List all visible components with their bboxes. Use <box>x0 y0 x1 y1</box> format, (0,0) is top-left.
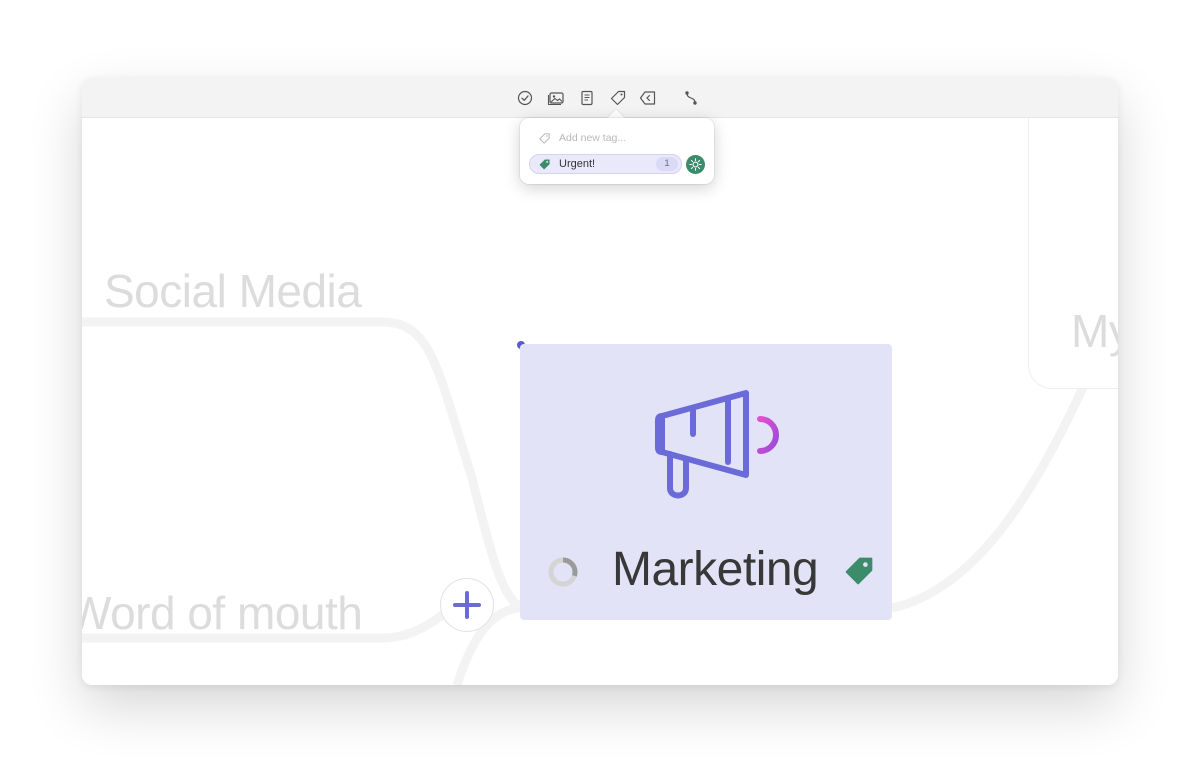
megaphone-icon <box>654 390 779 499</box>
plus-icon <box>453 591 481 619</box>
node-tag-icon[interactable] <box>843 555 875 587</box>
node-label-social-media[interactable]: Social Media <box>104 264 362 318</box>
tag-chip-urgent[interactable]: Urgent! 1 <box>529 154 682 174</box>
side-node-card[interactable]: My <box>1028 118 1118 389</box>
connection-icon[interactable] <box>680 87 702 109</box>
note-icon[interactable] <box>576 87 598 109</box>
toolbar <box>82 78 1118 118</box>
back-arrow-icon[interactable] <box>637 87 659 109</box>
progress-ring-icon <box>548 557 578 587</box>
tag-filled-icon <box>539 158 550 170</box>
add-tag-row[interactable]: Add new tag... <box>538 130 626 146</box>
tag-color-button[interactable] <box>686 155 705 174</box>
image-icon[interactable] <box>545 87 567 109</box>
node-label-word-of-mouth[interactable]: Word of mouth <box>82 586 363 640</box>
node-title[interactable]: Marketing <box>612 542 819 597</box>
tag-icon[interactable] <box>607 87 629 109</box>
node-label-my: My <box>1071 305 1118 357</box>
task-check-icon[interactable] <box>514 87 536 109</box>
tag-popover: Add new tag... Urgent! 1 <box>520 118 714 184</box>
tag-outline-icon <box>539 132 550 144</box>
tag-count-badge: 1 <box>656 157 678 171</box>
sun-icon <box>689 158 702 171</box>
add-node-button[interactable] <box>440 578 494 632</box>
selected-node-marketing[interactable]: Marketing <box>520 344 892 620</box>
tag-label: Urgent! <box>559 158 596 170</box>
add-tag-input[interactable]: Add new tag... <box>559 132 626 144</box>
